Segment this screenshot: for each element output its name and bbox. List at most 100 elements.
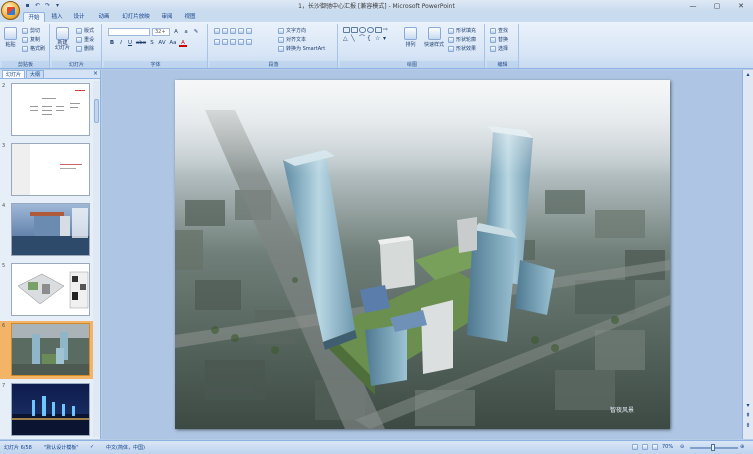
powerpoint-window: ▪ ↶ ↷ ▾ 1，长沙御驰中心汇报 [兼容模式] - Microsoft Po… — [0, 0, 753, 454]
pane-scroll-thumb[interactable] — [94, 99, 99, 123]
slide-counter: 幻灯片 6/58 — [4, 445, 32, 451]
replace-button[interactable]: 替换 — [490, 36, 508, 43]
office-logo-icon — [6, 6, 15, 15]
shape-effects-button[interactable]: 形状效果 — [448, 45, 476, 52]
columns-icon[interactable] — [246, 39, 252, 45]
zoom-slider-handle[interactable] — [711, 444, 715, 451]
copy-button[interactable]: 复制 — [22, 36, 40, 43]
minimize-button[interactable]: — — [681, 0, 705, 11]
rectangle-shape-icon — [343, 27, 350, 33]
bold-button[interactable]: B — [108, 40, 116, 47]
scroll-up-icon[interactable]: ▴ — [744, 71, 752, 79]
tab-outline[interactable]: 大纲 — [26, 70, 45, 78]
next-slide-icon[interactable]: ⇟ — [744, 422, 752, 430]
paste-button[interactable]: 粘贴 — [4, 27, 17, 48]
theme-name: "默认设计模板" — [44, 445, 79, 451]
current-slide[interactable]: 智夜风景 — [175, 80, 670, 429]
close-pane-icon[interactable]: × — [93, 70, 98, 78]
zoom-out-icon[interactable]: ⊖ — [680, 444, 684, 450]
clear-format-icon[interactable]: ✎ — [192, 29, 200, 36]
align-text-button[interactable]: 对齐文本 — [278, 36, 306, 43]
tab-design[interactable]: 设计 — [70, 12, 88, 22]
line-spacing-icon[interactable] — [246, 28, 252, 34]
format-painter-button[interactable]: 格式刷 — [22, 45, 45, 52]
brace-shape-icon: { — [367, 35, 371, 42]
thumbnail-list: 2 3 4 5 6 7 — [0, 81, 93, 437]
fill-icon — [448, 27, 454, 34]
office-button[interactable] — [1, 1, 20, 20]
spellcheck-icon[interactable]: ✓ — [90, 444, 94, 450]
char-spacing-button[interactable]: AV — [157, 40, 167, 47]
rounded-rect-shape-icon — [359, 27, 366, 33]
shapes-gallery[interactable]: ⇨ — [343, 27, 390, 33]
tab-view[interactable]: 视图 — [181, 12, 199, 22]
slide-thumbnail[interactable]: 3 — [0, 141, 93, 199]
arrow-shape-icon: ⇨ — [383, 26, 389, 33]
previous-slide-icon[interactable]: ⇞ — [744, 412, 752, 420]
align-right-icon[interactable] — [230, 39, 236, 45]
shape-fill-button[interactable]: 形状填充 — [448, 27, 476, 34]
more-shapes-icon[interactable]: ▾ — [383, 36, 390, 42]
star-shape-icon: ☆ — [375, 35, 381, 42]
arrange-button[interactable]: 排列 — [404, 27, 417, 48]
select-button[interactable]: 选择 — [490, 45, 508, 52]
smartart-icon — [278, 45, 284, 52]
smartart-button[interactable]: 转换为 SmartArt — [278, 45, 325, 52]
increase-indent-icon[interactable] — [238, 28, 244, 34]
font-size-select[interactable]: 32+ — [152, 28, 170, 36]
scroll-down-icon[interactable]: ▾ — [744, 402, 752, 410]
tab-home[interactable]: 开始 — [23, 12, 45, 22]
tab-review[interactable]: 审阅 — [158, 12, 176, 22]
slide-thumbnail[interactable]: 4 — [0, 201, 93, 259]
restore-button[interactable]: ▢ — [705, 0, 729, 11]
delete-slide-button[interactable]: 删除 — [76, 45, 94, 52]
slide-thumbnail-image — [11, 263, 90, 316]
new-slide-icon — [56, 27, 69, 40]
ribbon: 粘贴 剪切 复制 格式刷 剪贴板 新建 幻灯片 版式 重设 删除 幻灯片 32+… — [0, 22, 753, 69]
tab-slideshow[interactable]: 幻灯片放映 — [118, 12, 154, 22]
tab-insert[interactable]: 插入 — [48, 12, 66, 22]
justify-icon[interactable] — [238, 39, 244, 45]
close-button[interactable]: ✕ — [729, 0, 753, 11]
slide-thumbnail[interactable]: 2 — [0, 81, 93, 139]
font-color-button[interactable]: A — [179, 40, 187, 47]
slide-thumbnail-selected[interactable]: 6 — [0, 321, 93, 379]
align-text-icon — [278, 36, 284, 43]
grow-font-icon[interactable]: A — [172, 29, 180, 36]
new-slide-button[interactable]: 新建 幻灯片 — [55, 27, 70, 51]
shape-outline-button[interactable]: 形状轮廓 — [448, 36, 476, 43]
slide-thumbnail[interactable]: 5 — [0, 261, 93, 319]
slideshow-view-icon[interactable] — [652, 444, 658, 450]
decrease-indent-icon[interactable] — [230, 28, 236, 34]
change-case-button[interactable]: Aa — [168, 40, 178, 47]
cut-button[interactable]: 剪切 — [22, 27, 40, 34]
tab-slides[interactable]: 幻灯片 — [2, 70, 26, 78]
zoom-in-icon[interactable]: ⊕ — [740, 444, 744, 450]
slide-sorter-icon[interactable] — [642, 444, 648, 450]
find-button[interactable]: 查找 — [490, 27, 508, 34]
font-name-select[interactable] — [108, 28, 150, 36]
effects-icon — [448, 45, 454, 52]
normal-view-icon[interactable] — [632, 444, 638, 450]
quick-styles-button[interactable]: 快速样式 — [424, 27, 444, 48]
font-label: 字体 — [104, 61, 207, 68]
underline-button[interactable]: U — [126, 40, 134, 47]
reset-button[interactable]: 重设 — [76, 36, 94, 43]
shrink-font-icon[interactable]: a — [182, 29, 190, 36]
zoom-level[interactable]: 70% — [662, 444, 673, 450]
text-direction-button[interactable]: 文字方向 — [278, 27, 306, 34]
pane-scrollbar[interactable] — [93, 81, 100, 437]
status-bar: 幻灯片 6/58 "默认设计模板" ✓ 中文(简体，中国) 70% ⊖ ⊕ — [0, 440, 753, 454]
strikethrough-button[interactable]: abe — [135, 40, 147, 47]
italic-button[interactable]: I — [117, 40, 125, 47]
workspace-scrollbar[interactable]: ▴ ▾ ⇞ ⇟ — [742, 70, 753, 439]
tab-animations[interactable]: 动画 — [94, 12, 114, 22]
slide-thumbnail[interactable]: 7 — [0, 381, 93, 437]
shadow-button[interactable]: S — [148, 40, 156, 47]
layout-button[interactable]: 版式 — [76, 27, 94, 34]
bullets-icon[interactable] — [214, 28, 220, 34]
align-center-icon[interactable] — [222, 39, 228, 45]
numbering-icon[interactable] — [222, 28, 228, 34]
layout-icon — [76, 27, 82, 34]
align-left-icon[interactable] — [214, 39, 220, 45]
